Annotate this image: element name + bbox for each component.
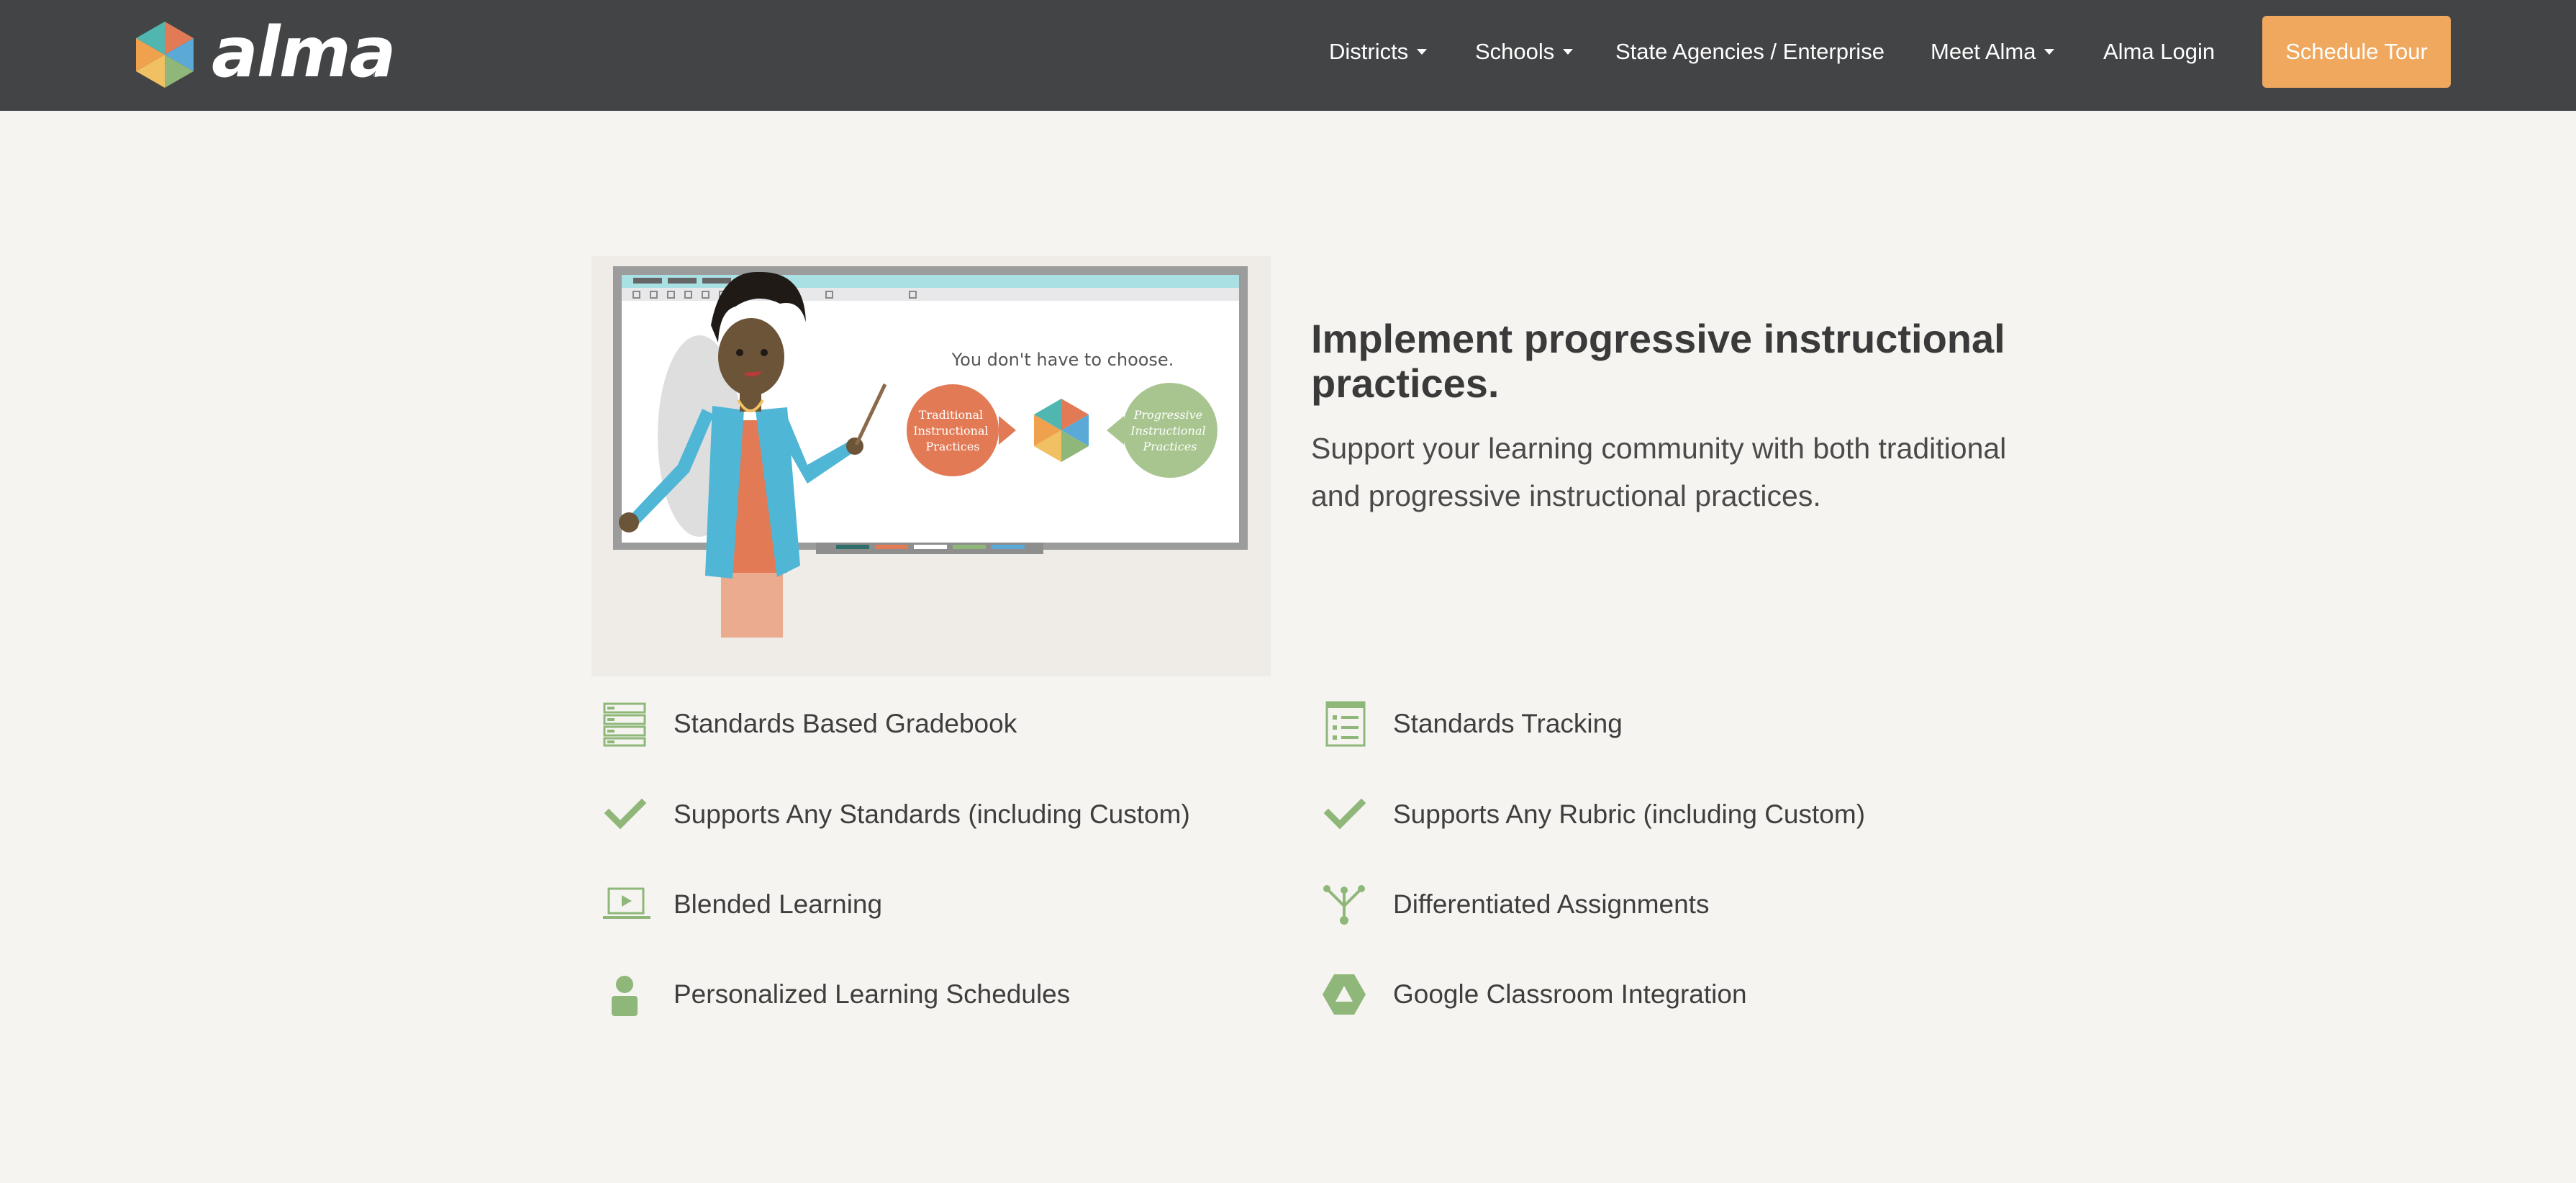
bubble-line: Instructional (1130, 424, 1205, 438)
bubble-line: Progressive (1133, 408, 1202, 422)
feature-label: Differentiated Assignments (1393, 889, 1710, 919)
checkmark-icon (1323, 798, 1366, 830)
top-navbar: alma ® Districts Schools State Agencies … (0, 0, 2576, 111)
feature-label: Personalized Learning Schedules (674, 979, 1071, 1009)
checklist-document-icon (1325, 701, 1366, 747)
branching-icon (1323, 885, 1365, 925)
hero-illustration: You don't have to choose. Traditional In… (591, 256, 1271, 676)
schedule-tour-button[interactable]: Schedule Tour (2262, 16, 2451, 88)
hexagon-logo-icon (136, 22, 194, 88)
brand-wordmark: alma (212, 12, 396, 93)
google-classroom-icon (1323, 974, 1366, 1015)
nav-districts[interactable]: Districts (1329, 37, 1428, 66)
gradebook-list-icon (603, 702, 646, 747)
bubble-line: Practices (1142, 440, 1197, 453)
nav-schools[interactable]: Schools (1475, 37, 1574, 66)
nav-label: State Agencies / Enterprise (1615, 39, 1885, 64)
bubble-line: Instructional (913, 424, 988, 438)
alma-logo[interactable]: alma ® (132, 13, 396, 92)
feature-label: Blended Learning (674, 889, 883, 919)
nav-alma-login[interactable]: Alma Login (2103, 37, 2215, 66)
feature-label: Standards Tracking (1393, 709, 1623, 738)
caret-down-icon (1417, 48, 1428, 55)
caret-down-icon (2044, 48, 2055, 55)
nav-label: Meet Alma (1931, 39, 2036, 64)
feature-label: Google Classroom Integration (1393, 979, 1747, 1009)
feature-label: Supports Any Rubric (including Custom) (1393, 799, 1866, 829)
hero-subtitle: Support your learning community with bot… (1311, 432, 2007, 512)
caret-down-icon (1563, 48, 1574, 55)
feature-label: Standards Based Gradebook (674, 709, 1017, 738)
nav-label: Schools (1475, 39, 1555, 64)
hero-title: Implement progressive instructional prac… (1311, 316, 2005, 406)
bubble-line: Traditional (919, 408, 983, 422)
nav-state-agencies[interactable]: State Agencies / Enterprise (1615, 37, 1885, 66)
nav-meet-alma[interactable]: Meet Alma (1931, 37, 2055, 66)
laptop-play-icon (603, 887, 650, 919)
feature-label: Supports Any Standards (including Custom… (674, 799, 1190, 829)
person-icon (612, 976, 638, 1016)
nav-label: Alma Login (2103, 39, 2216, 64)
trademark-mark: ® (373, 69, 379, 79)
board-title: You don't have to choose. (951, 350, 1174, 370)
checkmark-icon (604, 798, 647, 830)
bubble-line: Practices (925, 440, 979, 453)
nav-label: Districts (1329, 39, 1409, 64)
